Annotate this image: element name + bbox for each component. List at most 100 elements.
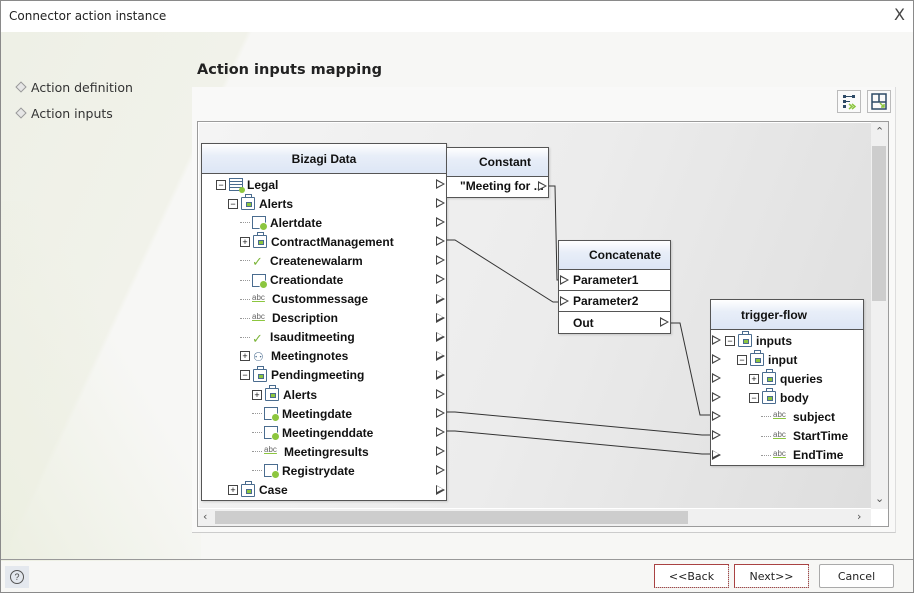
output-port-icon[interactable] bbox=[436, 484, 445, 495]
back-button[interactable]: <<Back bbox=[654, 564, 729, 588]
tree-row[interactable]: abc Custommessage bbox=[202, 290, 446, 309]
input-port-icon[interactable] bbox=[712, 430, 721, 441]
mapping-canvas[interactable]: Bizagi Data − Legal − Alerts Alertdate + Contr… bbox=[199, 123, 871, 508]
tree-row[interactable]: − input bbox=[711, 350, 863, 369]
tree-row[interactable]: − inputs bbox=[711, 331, 863, 350]
input-port-icon[interactable] bbox=[560, 275, 569, 285]
input-port-icon[interactable] bbox=[712, 411, 721, 422]
auto-map-button[interactable] bbox=[837, 90, 861, 113]
scroll-up-icon[interactable]: ⌃ bbox=[875, 125, 884, 138]
output-port-icon[interactable] bbox=[436, 465, 445, 476]
tree-row[interactable]: − Legal bbox=[202, 175, 446, 194]
output-port-icon[interactable] bbox=[436, 312, 445, 323]
tree-row-label: Creationdate bbox=[270, 273, 344, 288]
output-port-icon[interactable] bbox=[538, 181, 547, 191]
out-row[interactable]: Out bbox=[559, 312, 670, 333]
source-box-title: Bizagi Data bbox=[202, 144, 446, 174]
constant-value-row[interactable]: "Meeting for ... bbox=[447, 177, 548, 195]
tree-row[interactable]: − Alerts bbox=[202, 194, 446, 213]
output-port-icon[interactable] bbox=[436, 217, 445, 228]
horizontal-scrollbar[interactable]: ‹ › bbox=[198, 509, 871, 526]
step-action-inputs[interactable]: Action inputs bbox=[15, 100, 133, 126]
input-port-icon[interactable] bbox=[712, 392, 721, 403]
tree-row[interactable]: ✓ Isauditmeeting bbox=[202, 328, 446, 347]
scroll-down-icon[interactable]: ⌄ bbox=[875, 492, 884, 505]
tree-row[interactable]: − Pendingmeeting bbox=[202, 365, 446, 385]
vertical-scroll-thumb[interactable] bbox=[872, 146, 886, 301]
tree-row[interactable]: Registrydate bbox=[202, 461, 446, 480]
tree-row[interactable]: abc Description bbox=[202, 309, 446, 328]
input-port-icon[interactable] bbox=[712, 449, 721, 460]
output-port-icon[interactable] bbox=[436, 350, 445, 361]
output-port-icon[interactable] bbox=[436, 427, 445, 438]
mapping-connection-line[interactable] bbox=[447, 239, 560, 303]
scroll-left-icon[interactable]: ‹ bbox=[203, 510, 207, 523]
mapping-connection-line[interactable] bbox=[447, 430, 712, 455]
input-port-icon[interactable] bbox=[712, 373, 721, 384]
expand-icon[interactable]: + bbox=[240, 236, 250, 247]
constant-box-title: Constant bbox=[447, 148, 548, 177]
output-port-icon[interactable] bbox=[436, 293, 445, 304]
tree-row[interactable]: abc Meetingresults bbox=[202, 442, 446, 461]
tree-row[interactable]: − body bbox=[711, 388, 863, 407]
tree-row[interactable]: + ContractManagement bbox=[202, 232, 446, 251]
entity-icon bbox=[253, 232, 267, 249]
output-port-icon[interactable] bbox=[436, 389, 445, 400]
help-button[interactable]: ? bbox=[5, 566, 29, 588]
close-icon[interactable]: X bbox=[894, 5, 905, 24]
output-port-icon[interactable] bbox=[436, 446, 445, 457]
tree-connector-line bbox=[240, 279, 250, 281]
concatenate-box[interactable]: Concatenate Parameter1 Parameter2 Out bbox=[558, 240, 671, 334]
output-port-icon[interactable] bbox=[436, 274, 445, 285]
constant-box[interactable]: Constant "Meeting for ... bbox=[446, 147, 549, 198]
tree-row[interactable]: Alertdate bbox=[202, 213, 446, 232]
cancel-button[interactable]: Cancel bbox=[819, 564, 894, 588]
tree-row[interactable]: ✓ Createnewalarm bbox=[202, 251, 446, 270]
tree-row[interactable]: Creationdate bbox=[202, 270, 446, 289]
expand-icon[interactable]: + bbox=[252, 389, 262, 400]
tree-row[interactable]: Meetingdate bbox=[202, 404, 446, 423]
input-port-icon[interactable] bbox=[712, 354, 721, 365]
output-port-icon[interactable] bbox=[436, 369, 445, 380]
next-button[interactable]: Next>> bbox=[734, 564, 809, 588]
output-port-icon[interactable] bbox=[436, 408, 445, 419]
expand-icon[interactable]: + bbox=[749, 373, 759, 384]
collapse-icon[interactable]: − bbox=[749, 392, 759, 403]
parameter2-row[interactable]: Parameter2 bbox=[559, 291, 670, 312]
output-port-icon[interactable] bbox=[436, 198, 445, 209]
collapse-icon[interactable]: − bbox=[725, 335, 735, 346]
source-bizagi-data-box[interactable]: Bizagi Data − Legal − Alerts Alertdate + Contr… bbox=[201, 143, 447, 501]
target-trigger-flow-box[interactable]: trigger-flow − inputs − input + queries − body a… bbox=[710, 299, 864, 466]
tree-row[interactable]: Meetingenddate bbox=[202, 423, 446, 442]
tree-row[interactable]: abc StartTime bbox=[711, 426, 863, 445]
tree-row[interactable]: abc subject bbox=[711, 407, 863, 426]
collapse-icon[interactable]: − bbox=[216, 179, 226, 190]
output-port-icon[interactable] bbox=[436, 331, 445, 342]
parameter1-row[interactable]: Parameter1 bbox=[559, 270, 670, 291]
tree-row-label: ContractManagement bbox=[271, 234, 394, 249]
output-port-icon[interactable] bbox=[436, 179, 445, 189]
output-port-icon[interactable] bbox=[436, 236, 445, 247]
scroll-right-icon[interactable]: › bbox=[857, 510, 861, 523]
expand-icon[interactable]: + bbox=[240, 351, 250, 362]
step-action-definition[interactable]: Action definition bbox=[15, 74, 133, 100]
input-port-icon[interactable] bbox=[712, 335, 721, 345]
string-abc-icon: abc bbox=[773, 410, 786, 420]
layout-button[interactable] bbox=[867, 90, 891, 113]
tree-row[interactable]: + Alerts bbox=[202, 385, 446, 404]
collapse-icon[interactable]: − bbox=[737, 354, 747, 365]
collapse-icon[interactable]: − bbox=[240, 370, 250, 381]
mapping-connection-line[interactable] bbox=[670, 322, 712, 416]
mapping-connection-line[interactable] bbox=[447, 411, 712, 436]
output-port-icon[interactable] bbox=[436, 255, 445, 266]
output-port-icon[interactable] bbox=[660, 317, 669, 327]
tree-row[interactable]: abc EndTime bbox=[711, 446, 863, 465]
collapse-icon[interactable]: − bbox=[228, 198, 238, 209]
tree-row[interactable]: + queries bbox=[711, 369, 863, 388]
input-port-icon[interactable] bbox=[560, 296, 569, 306]
vertical-scrollbar[interactable]: ⌃ ⌄ bbox=[871, 122, 888, 509]
tree-row[interactable]: + Case bbox=[202, 480, 446, 500]
tree-row[interactable]: + ⚇ Meetingnotes bbox=[202, 347, 446, 366]
expand-icon[interactable]: + bbox=[228, 485, 238, 496]
horizontal-scroll-thumb[interactable] bbox=[215, 511, 688, 524]
